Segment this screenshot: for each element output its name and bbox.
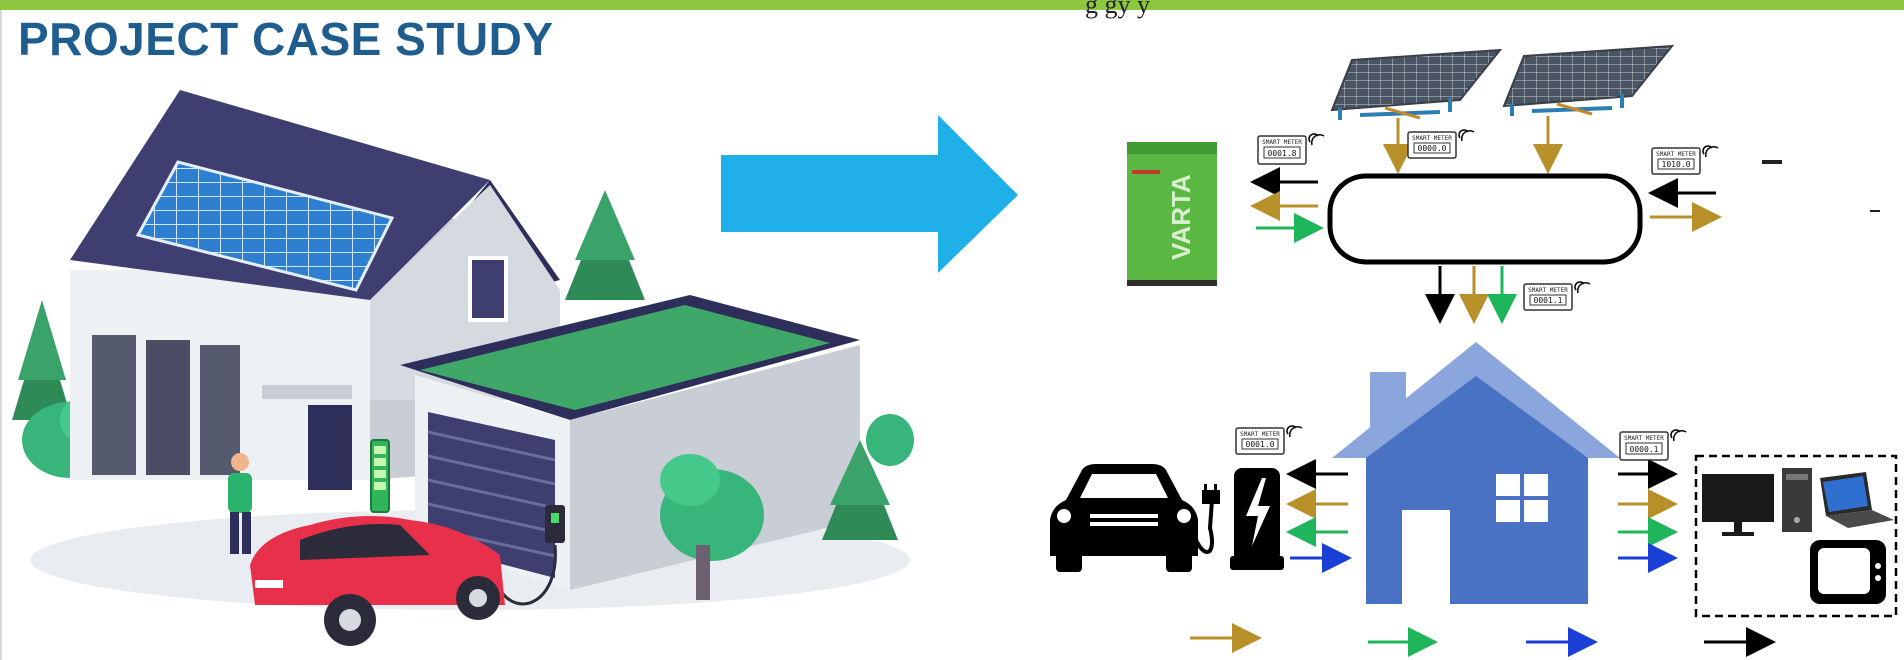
wifi-icon [1574,281,1591,294]
svg-text:SMART METER: SMART METER [1528,287,1568,294]
svg-text:SMART METER: SMART METER [1240,431,1280,438]
svg-text:0001.8: 0001.8 [1268,149,1297,158]
smart-meter-solar: SMART METER 0000.0 [1407,129,1475,159]
home-icon [1332,342,1620,604]
grid-mark-2 [1870,210,1880,212]
red-electric-car-illustration [250,516,505,646]
wall-ev-charger [545,505,565,543]
wifi-icon [1308,133,1325,146]
ev-charger-icon [1230,468,1284,570]
car-icon [1050,464,1198,572]
slide-canvas: VARTA SMART METER 0001.8 SMART METER 000… [12,44,1898,657]
svg-text:SMART METER: SMART METER [1262,139,1302,146]
wifi-icon [1286,425,1303,438]
solar-panel-icon [1330,48,1503,120]
svg-text:0001.0: 0001.0 [1246,440,1275,449]
varta-battery-icon: VARTA [1127,142,1217,286]
wifi-icon [1702,145,1719,158]
svg-text:SMART METER: SMART METER [1656,151,1696,158]
smart-meter-battery: SMART METER 0001.8 [1257,133,1325,165]
tv-icon [1810,540,1886,604]
smart-meter-grid: SMART METER 1010.0 [1651,145,1719,175]
wifi-icon [1458,129,1475,142]
pc-tower-icon [1782,468,1812,532]
monitor-icon [1702,474,1774,536]
laptop-icon [1820,472,1894,528]
grid-mark [1762,160,1782,164]
energy-hub-icon [1327,173,1643,265]
smart-meter-home: SMART METER 0001.1 [1523,281,1591,311]
battery-brand-label: VARTA [1166,174,1196,260]
wifi-icon [1670,429,1687,442]
svg-text:0000.1: 0000.1 [1630,445,1659,454]
svg-text:SMART METER: SMART METER [1412,135,1452,142]
svg-text:0000.0: 0000.0 [1418,144,1447,153]
smart-meter-devices: SMART METER 0000.1 [1619,429,1687,461]
solar-panel-icon [1502,44,1675,116]
smart-meter-charger: SMART METER 0001.0 [1235,425,1303,455]
svg-text:0001.1: 0001.1 [1534,296,1563,305]
big-transition-arrow [721,115,1018,273]
svg-text:1010.0: 1010.0 [1662,160,1691,169]
svg-text:SMART METER: SMART METER [1624,435,1664,442]
